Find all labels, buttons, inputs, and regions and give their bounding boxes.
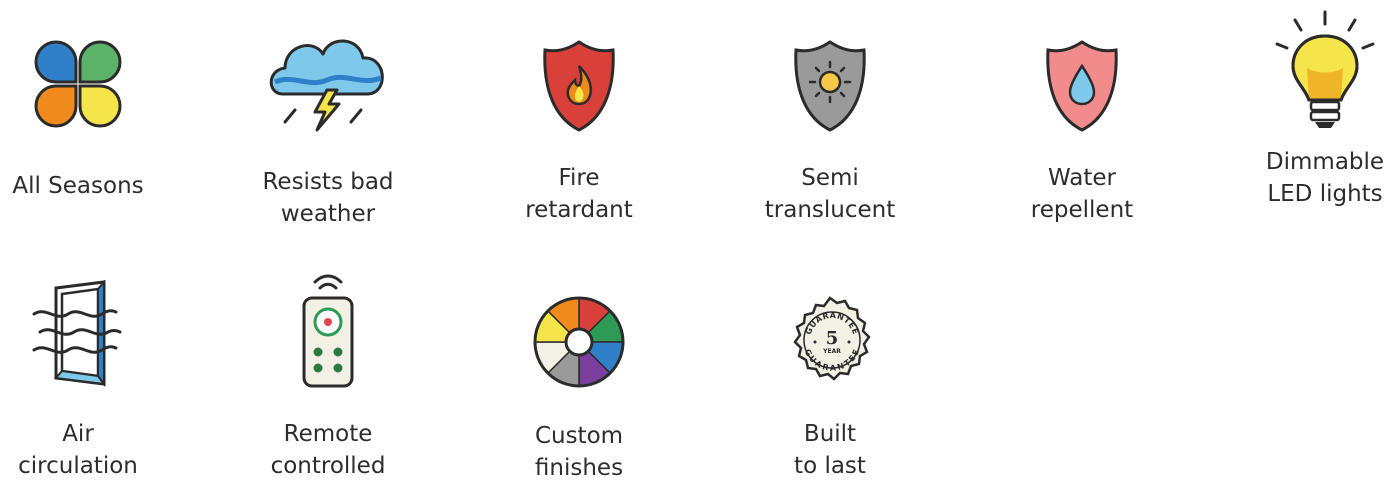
features-grid: All Seasons Resists bad weather Fire ret…: [0, 0, 1397, 481]
window-air-icon: [32, 280, 122, 387]
feature-label: Dimmable LED lights: [1265, 149, 1385, 207]
feature-dimmable-led-lights: Dimmable LED lights: [1225, 10, 1397, 210]
feature-remote-controlled: Remote controlled: [228, 270, 428, 482]
feature-label: Fire retardant: [525, 165, 633, 223]
water-drop-shield-icon: [1046, 40, 1118, 132]
feature-label: Air circulation: [18, 421, 138, 479]
four-leaf-seasons-icon: [34, 40, 122, 128]
guarantee-seal-icon: GUARANTEE GUARANTEE 5 YEAR: [793, 296, 871, 381]
feature-label: Resists bad weather: [262, 169, 394, 227]
color-wheel-icon: [533, 296, 625, 388]
sun-shield-icon: [794, 40, 866, 132]
feature-all-seasons: All Seasons: [0, 36, 178, 202]
feature-fire-retardant: Fire retardant: [479, 38, 679, 226]
feature-label: Water repellent: [1030, 165, 1134, 223]
feature-water-repellent: Water repellent: [982, 38, 1182, 226]
feature-air-circulation: Air circulation: [0, 280, 178, 482]
feature-label: Built to last: [794, 421, 866, 479]
feature-built-to-last: GUARANTEE GUARANTEE 5 YEAR Built to last: [730, 294, 930, 482]
light-bulb-icon: [1275, 10, 1375, 128]
storm-cloud-icon: [269, 39, 384, 132]
seal-number: 5: [826, 328, 839, 349]
feature-label: Custom finishes: [534, 423, 624, 481]
fire-shield-icon: [543, 40, 615, 132]
feature-semi-translucent: Semi translucent: [730, 38, 930, 226]
remote-control-icon: [302, 274, 354, 388]
feature-custom-finishes: Custom finishes: [479, 294, 679, 484]
feature-label: Remote controlled: [270, 421, 386, 479]
feature-resists-bad-weather: Resists bad weather: [228, 24, 428, 230]
feature-label: Semi translucent: [764, 165, 896, 223]
seal-unit: YEAR: [822, 348, 841, 355]
feature-label: All Seasons: [12, 173, 144, 199]
